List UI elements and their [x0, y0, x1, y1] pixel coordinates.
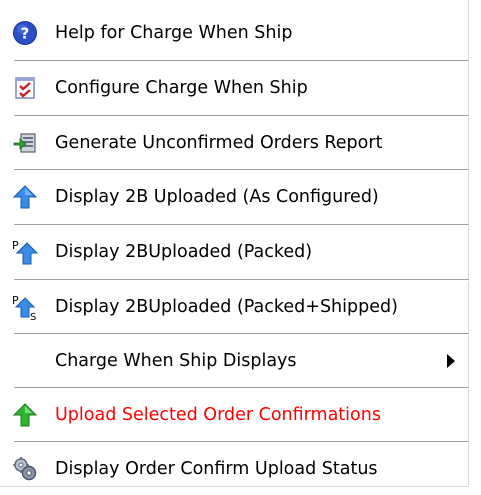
menu-item-label: Help for Charge When Ship [55, 23, 293, 43]
configure-icon [15, 77, 35, 99]
menu-item-label: Display Order Confirm Upload Status [55, 459, 378, 479]
status-icon [13, 457, 37, 481]
menu-item-label: Upload Selected Order Confirmations [55, 405, 381, 425]
menu-item-label: Display 2B Uploaded (As Configured) [55, 187, 379, 207]
menu-item-display-upload-status[interactable]: Display Order Confirm Upload Status [0, 443, 469, 495]
blue-up-arrow-packed-icon: P [12, 239, 38, 265]
submenu-arrow-icon [447, 354, 455, 368]
menu-item-display-2b-packed[interactable]: P Display 2BUploaded (Packed) [0, 226, 469, 278]
menu-item-charge-when-ship-displays[interactable]: Charge When Ship Displays [0, 335, 469, 387]
green-up-arrow-icon [12, 403, 38, 427]
svg-text:?: ? [21, 25, 30, 43]
report-icon [13, 133, 36, 153]
menu-item-display-2b-uploaded[interactable]: Display 2B Uploaded (As Configured) [0, 171, 469, 223]
menu-item-generate-report[interactable]: Generate Unconfirmed Orders Report [0, 117, 469, 169]
blue-up-arrow-icon [12, 185, 38, 209]
menu-item-help[interactable]: ? Help for Charge When Ship [0, 7, 469, 59]
menu-item-label: Display 2BUploaded (Packed+Shipped) [55, 297, 398, 317]
help-icon: ? [13, 21, 37, 45]
blue-up-arrow-packed-shipped-icon: P S [12, 294, 36, 320]
context-menu: ? Help for Charge When Ship Configure Ch… [0, 0, 469, 487]
menu-item-label: Display 2BUploaded (Packed) [55, 242, 313, 262]
svg-text:P: P [12, 239, 19, 252]
svg-text:S: S [30, 312, 36, 320]
menu-item-label: Generate Unconfirmed Orders Report [55, 133, 383, 153]
menu-item-upload-selected-confirmations[interactable]: Upload Selected Order Confirmations [0, 389, 469, 441]
menu-item-configure[interactable]: Configure Charge When Ship [0, 62, 469, 114]
menu-item-display-2b-packed-shipped[interactable]: P S Display 2BUploaded (Packed+Shipped) [0, 281, 469, 333]
menu-item-label: Charge When Ship Displays [55, 351, 297, 371]
menu-item-label: Configure Charge When Ship [55, 78, 308, 98]
